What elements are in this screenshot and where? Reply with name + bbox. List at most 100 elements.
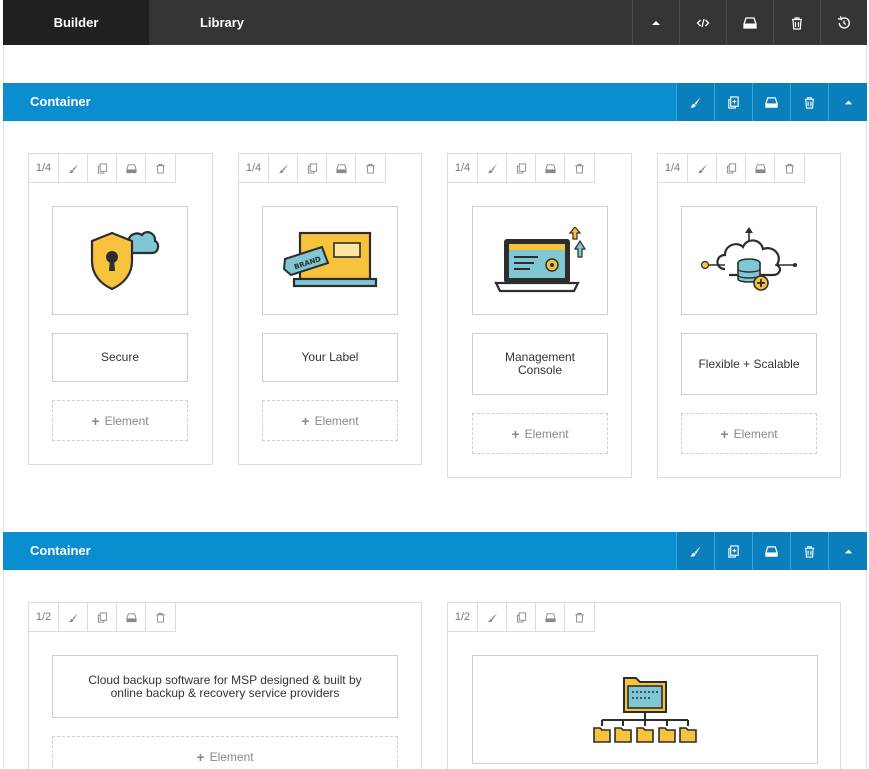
add-element-button[interactable]: + Element — [681, 413, 817, 454]
column: 1/2 Cloud backup software for MSP design… — [28, 602, 422, 769]
tab-builder[interactable]: Builder — [3, 0, 149, 45]
brush-icon — [487, 612, 497, 622]
folder-tree-illustration — [593, 676, 697, 743]
chevron-up-icon — [651, 20, 660, 25]
code-button[interactable] — [679, 0, 725, 45]
plus-icon: + — [720, 425, 729, 442]
column-duplicate-button[interactable] — [717, 154, 746, 182]
column-edit-button[interactable] — [478, 154, 507, 182]
trash-icon — [804, 545, 815, 558]
column-duplicate-button[interactable] — [298, 154, 327, 182]
save-icon — [742, 16, 757, 29]
column-delete-button[interactable] — [775, 154, 804, 182]
column-save-button[interactable] — [117, 154, 146, 182]
column-size-button[interactable]: 1/4 — [239, 154, 269, 182]
container-edit-button[interactable] — [676, 532, 714, 570]
column-edit-button[interactable] — [59, 154, 88, 182]
add-element-label: Element — [104, 413, 149, 428]
save-button[interactable] — [726, 0, 772, 45]
save-icon — [765, 545, 778, 557]
column-save-button[interactable] — [746, 154, 775, 182]
column-save-button[interactable] — [117, 603, 146, 631]
save-icon — [765, 96, 778, 108]
tab-library[interactable]: Library — [149, 0, 295, 45]
brush-icon — [278, 163, 288, 173]
column-size-button[interactable]: 1/4 — [29, 154, 59, 182]
text-element[interactable]: Secure — [52, 333, 188, 382]
history-button[interactable] — [820, 0, 866, 45]
add-element-button[interactable]: + Element — [472, 413, 608, 454]
column-toolbar: 1/2 — [448, 603, 595, 632]
container-save-button[interactable] — [752, 83, 790, 121]
column-duplicate-button[interactable] — [507, 603, 536, 631]
add-element-label: Element — [524, 426, 569, 441]
trash-icon — [156, 612, 165, 623]
container-collapse-button[interactable] — [828, 83, 867, 121]
column-delete-button[interactable] — [565, 603, 594, 631]
column-toolbar: 1/4 — [239, 154, 386, 183]
collapse-all-button[interactable] — [632, 0, 678, 45]
container-duplicate-button[interactable] — [714, 532, 752, 570]
column-delete-button[interactable] — [356, 154, 385, 182]
plus-icon: + — [511, 425, 520, 442]
container-bar[interactable]: Container — [3, 83, 867, 121]
plus-icon: + — [301, 412, 310, 429]
column-save-button[interactable] — [536, 603, 565, 631]
container-delete-button[interactable] — [790, 83, 828, 121]
duplicate-icon — [728, 544, 739, 558]
trash-icon — [785, 163, 794, 174]
column-save-button[interactable] — [536, 154, 565, 182]
image-element[interactable] — [681, 206, 817, 315]
image-element[interactable]: BRAND — [262, 206, 398, 315]
container-save-button[interactable] — [752, 532, 790, 570]
image-element[interactable] — [472, 206, 608, 315]
column-size-button[interactable]: 1/2 — [29, 603, 59, 631]
column-size-button[interactable]: 1/4 — [448, 154, 478, 182]
column: 1/4 Management Console + Element — [447, 153, 632, 478]
container-title: Container — [30, 94, 91, 109]
column-edit-button[interactable] — [269, 154, 298, 182]
trash-icon — [575, 163, 584, 174]
image-element[interactable] — [52, 206, 188, 315]
add-element-button[interactable]: + Element — [52, 400, 188, 441]
column-duplicate-button[interactable] — [88, 603, 117, 631]
column-duplicate-button[interactable] — [88, 154, 117, 182]
column-delete-button[interactable] — [146, 154, 175, 182]
plus-icon: + — [196, 748, 205, 765]
history-icon — [837, 15, 850, 29]
brush-icon — [487, 163, 497, 173]
text-element[interactable]: Your Label — [262, 333, 398, 382]
add-element-button[interactable]: + Element — [52, 736, 398, 769]
text-element[interactable]: Flexible + Scalable — [681, 333, 817, 395]
column-duplicate-button[interactable] — [507, 154, 536, 182]
container-duplicate-button[interactable] — [714, 83, 752, 121]
column-edit-button[interactable] — [688, 154, 717, 182]
duplicate-icon — [516, 162, 526, 174]
text-element[interactable]: Cloud backup software for MSP designed &… — [52, 655, 398, 718]
container-collapse-button[interactable] — [828, 532, 867, 570]
column-save-button[interactable] — [327, 154, 356, 182]
builder-toolbar: Builder Library — [3, 0, 867, 45]
duplicate-icon — [726, 162, 736, 174]
column-edit-button[interactable] — [478, 603, 507, 631]
container-bar[interactable]: Container — [3, 532, 867, 570]
add-element-button[interactable]: + Element — [262, 400, 398, 441]
container-edit-button[interactable] — [676, 83, 714, 121]
laptop-console-illustration — [494, 226, 587, 292]
column-size-button[interactable]: 1/4 — [658, 154, 688, 182]
column-delete-button[interactable] — [565, 154, 594, 182]
delete-all-button[interactable] — [773, 0, 819, 45]
column-size-button[interactable]: 1/2 — [448, 603, 478, 631]
container-delete-button[interactable] — [790, 532, 828, 570]
column-toolbar: 1/4 — [29, 154, 176, 183]
save-icon — [125, 612, 137, 622]
column-delete-button[interactable] — [146, 603, 175, 631]
container-title: Container — [30, 543, 91, 558]
column-edit-button[interactable] — [59, 603, 88, 631]
text-element[interactable]: Management Console — [472, 333, 608, 395]
duplicate-icon — [307, 162, 317, 174]
image-element[interactable] — [472, 655, 818, 764]
add-element-label: Element — [209, 749, 254, 764]
save-icon — [544, 163, 556, 173]
trash-icon — [804, 96, 815, 109]
